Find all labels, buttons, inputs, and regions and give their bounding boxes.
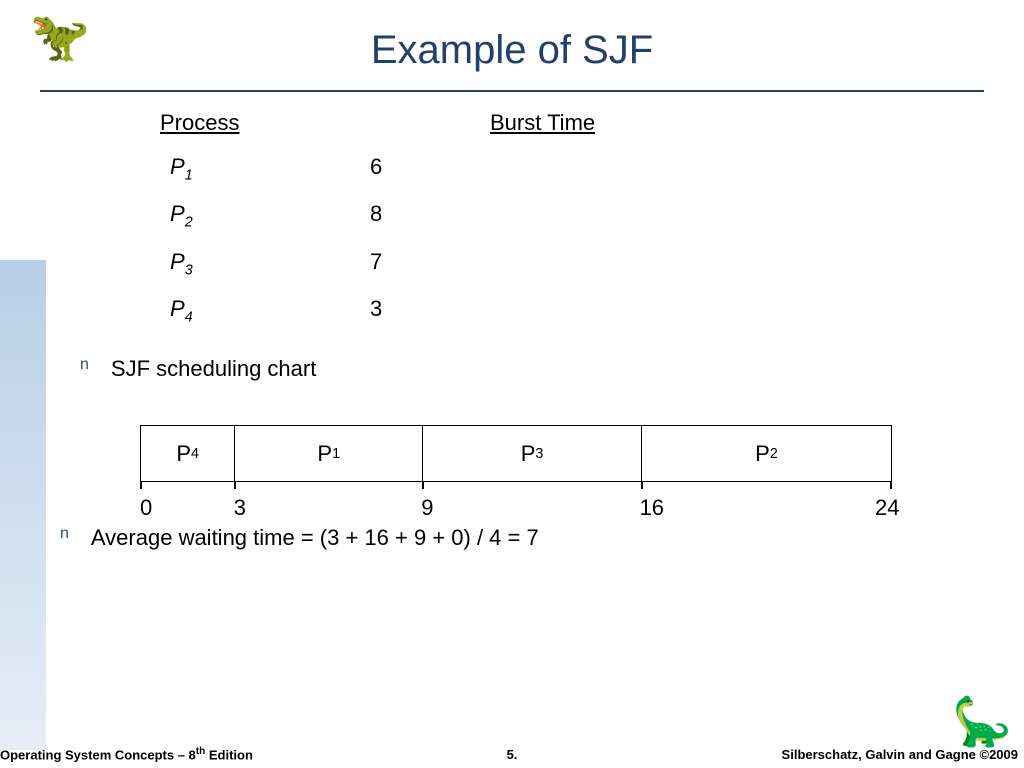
content-area: Process Burst Time P1 6 P2 8 P3 7 P4 3 n… [100, 110, 964, 382]
burst-value: 3 [370, 296, 450, 325]
bullet-icon: n [80, 356, 89, 382]
slide-title: Example of SJF [0, 28, 1024, 73]
gantt-chart: P4 P1 P3 P2 [140, 425, 892, 482]
tick-label: 16 [640, 495, 664, 521]
table-row: P4 3 [170, 296, 964, 325]
footer-left: Operating System Concepts – 8th Edition [0, 746, 253, 762]
table-row: P1 6 [170, 154, 964, 183]
tick-label: 24 [875, 495, 899, 521]
process-name: P1 [170, 154, 370, 183]
gantt-box: P4 [141, 426, 235, 481]
tick-label: 3 [234, 495, 246, 521]
burst-value: 8 [370, 201, 450, 230]
table-row: P3 7 [170, 249, 964, 278]
gantt-box: P3 [423, 426, 642, 481]
process-name: P2 [170, 201, 370, 230]
left-sidebar-decoration [0, 260, 46, 750]
burst-value: 7 [370, 249, 450, 278]
table-row: P2 8 [170, 201, 964, 230]
burst-value: 6 [370, 154, 450, 183]
col-header-process: Process [160, 110, 320, 136]
bullet-avg-wait: n Average waiting time = (3 + 16 + 9 + 0… [80, 525, 539, 551]
tick-label: 9 [421, 495, 433, 521]
process-name: P3 [170, 249, 370, 278]
gantt-box: P2 [642, 426, 891, 481]
bullet-chart-label: n SJF scheduling chart [100, 356, 964, 382]
col-header-burst: Burst Time [490, 110, 650, 136]
bullet-icon: n [60, 525, 69, 551]
dinosaur-icon: 🦕 [952, 693, 1012, 750]
process-name: P4 [170, 296, 370, 325]
gantt-box: P1 [235, 426, 423, 481]
title-underline [40, 90, 984, 92]
tick-label: 0 [140, 495, 152, 521]
footer-page-number: 5. [507, 747, 518, 762]
